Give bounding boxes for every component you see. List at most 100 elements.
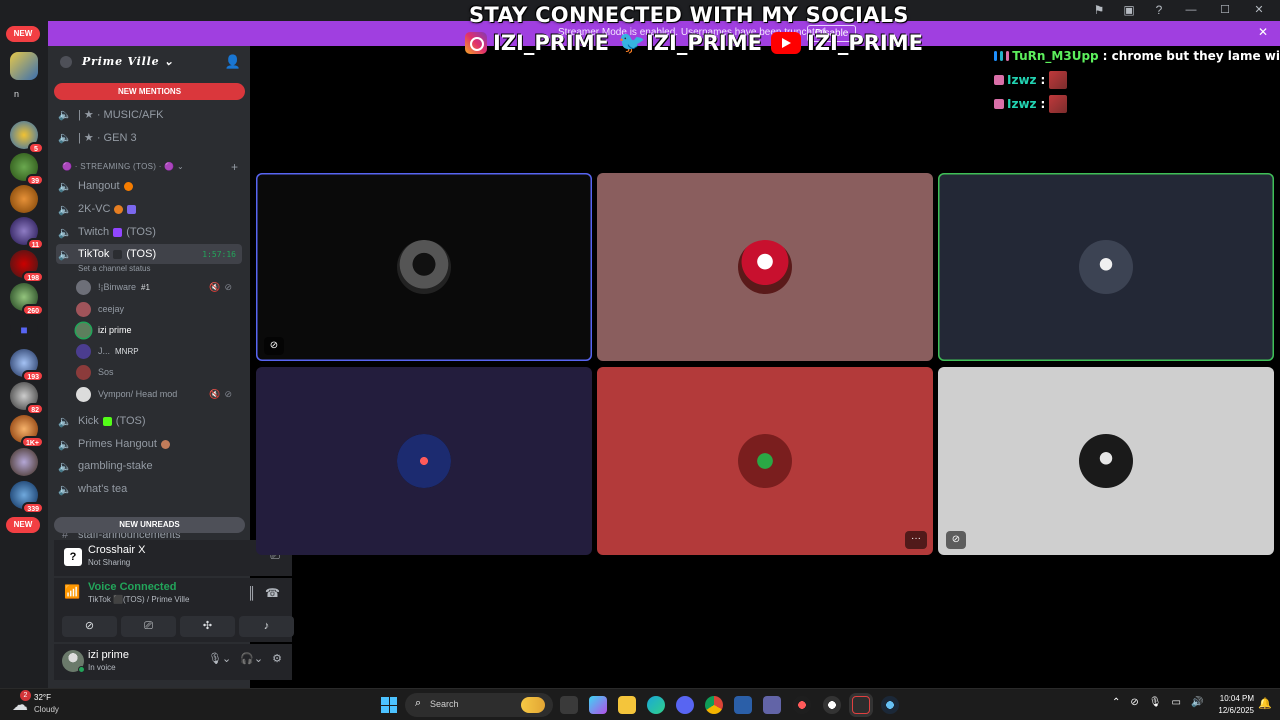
copilot-icon[interactable] [589, 696, 607, 714]
volume-icon[interactable]: 🔊 [1191, 697, 1203, 708]
video-tile[interactable] [597, 173, 933, 361]
signal-icon[interactable]: 📶 [64, 584, 80, 600]
close-window-icon[interactable]: ✕ [1248, 2, 1270, 18]
server-icon[interactable]: 1K+ [10, 415, 44, 448]
channel-primes-hangout[interactable]: 🔈 Primes Hangout [56, 433, 242, 455]
channel-sidebar: Prime Ville ⌄ 👤 NEW MENTIONS 🔈 | ★ · MUSI… [48, 46, 294, 688]
server-icon[interactable]: 260 [10, 283, 44, 316]
voice-user[interactable]: Sos [76, 362, 242, 382]
gear-icon[interactable]: ⚙ [272, 652, 282, 665]
category-streaming[interactable]: 🟣 · STREAMING (TOS) · 🟣 ⌄ [62, 162, 184, 171]
new-badge-bottom[interactable]: NEW [6, 517, 40, 533]
minimize-icon[interactable]: — [1180, 2, 1202, 18]
inbox-icon[interactable]: ▣ [1120, 2, 1138, 18]
speaker-icon: 🔈 [58, 438, 72, 451]
maximize-icon[interactable]: ☐ [1214, 2, 1236, 18]
new-badge-top[interactable]: NEW [6, 26, 40, 42]
windows-start-icon[interactable] [381, 697, 397, 713]
video-tile[interactable] [256, 367, 592, 555]
share-screen-button[interactable]: ⎚ [121, 616, 176, 637]
channel-tiktok[interactable]: 🔈 TikTok (TOS) 1:57:16 [56, 244, 242, 264]
channel-hangout[interactable]: 🔈 Hangout [56, 175, 242, 197]
discord-icon[interactable] [676, 696, 694, 714]
server-icon[interactable]: 198 [10, 250, 44, 283]
speaker-icon: 🔈 [58, 460, 72, 473]
server-icon[interactable]: 11 [10, 217, 44, 250]
channel-gambling-stake[interactable]: 🔈 gambling-stake [56, 455, 242, 477]
channel-kick[interactable]: 🔈 Kick (TOS) [56, 410, 242, 432]
channel-twitch[interactable]: 🔈 Twitch (TOS) [56, 221, 242, 243]
badge-icon [994, 51, 998, 61]
video-tile[interactable]: ··· [597, 367, 933, 555]
voice-user[interactable]: ceejay [76, 299, 242, 319]
temperature[interactable]: 32°F [34, 693, 51, 702]
close-icon[interactable]: ✕ [1258, 25, 1268, 39]
voice-user[interactable]: J... MNRP [76, 341, 242, 361]
store-icon[interactable] [734, 696, 752, 714]
display-icon[interactable]: ▭ [1171, 697, 1180, 708]
video-tile[interactable] [938, 173, 1274, 361]
task-view-icon[interactable] [560, 696, 578, 714]
chat-message: Izwz : [994, 68, 1280, 92]
search-bar[interactable]: ⌕ Search [405, 693, 553, 717]
clock[interactable]: 10:04 PM 12/6/2025 [1214, 693, 1254, 717]
video-tile[interactable]: ⊘ [938, 367, 1274, 555]
server-icon[interactable]: 5 [10, 121, 44, 154]
notification-bell-icon[interactable]: 🔔 [1258, 697, 1272, 710]
disconnect-icon[interactable]: ☎ [265, 586, 280, 600]
channel-status[interactable]: Set a channel status [78, 264, 151, 273]
server-icon[interactable]: 193 [10, 349, 44, 382]
file-explorer-icon[interactable] [618, 696, 636, 714]
voice-timer: 1:57:16 [202, 249, 236, 259]
channel-music-afk[interactable]: 🔈 | ★ · MUSIC/AFK [56, 103, 242, 125]
add-channel-icon[interactable]: + [231, 160, 238, 174]
server-icon[interactable] [10, 52, 38, 80]
activities-button[interactable]: ✣ [180, 616, 235, 637]
channel-whats-tea[interactable]: 🔈 what's tea [56, 478, 242, 500]
edge-icon[interactable] [647, 696, 665, 714]
channel-2k-vc[interactable]: 🔈 2K-VC [56, 198, 242, 220]
voice-user[interactable]: Vympon/ Head mod 🔇⊘ [76, 384, 242, 404]
app-icon[interactable] [823, 696, 841, 714]
new-unreads-pill[interactable]: NEW UNREADS [54, 517, 245, 533]
add-user-icon[interactable]: 👤 [225, 54, 241, 70]
soundboard-button[interactable]: ♪ [239, 616, 294, 637]
date: 12/6/2025 [1218, 706, 1254, 715]
username[interactable]: izi prime [88, 649, 129, 661]
crosshair-x-icon[interactable] [852, 696, 870, 714]
server-icon[interactable]: 82 [10, 382, 44, 415]
voice-user[interactable]: !¡Binware #1 🔇⊘ [76, 277, 242, 297]
stream-chat-overlay: TuRn_M3Upp : chrome but they lame wi Izw… [994, 44, 1280, 116]
socials-overlay: IZI_PRIME 🐦 IZI_PRIME IZI_PRIME [465, 31, 929, 55]
server-icon[interactable] [10, 448, 38, 476]
new-mentions-pill[interactable]: NEW MENTIONS [54, 83, 245, 100]
chevron-up-icon[interactable]: ⌃ [1112, 697, 1120, 708]
server-icon[interactable] [10, 185, 38, 213]
chrome-icon[interactable] [705, 696, 723, 714]
obs-icon[interactable] [793, 696, 811, 714]
folder-icon[interactable]: ■ [10, 316, 38, 344]
server-boost-icon [60, 56, 72, 68]
camera-off-button[interactable]: ⊘ [62, 616, 117, 637]
channel-gen-3[interactable]: 🔈 | ★ · GEN 3 [56, 126, 242, 148]
steam-icon[interactable] [881, 696, 899, 714]
voice-user[interactable]: izi prime [76, 320, 242, 340]
server-header[interactable]: Prime Ville ⌄ 👤 [48, 46, 250, 78]
network-off-icon[interactable]: ⊘ [1130, 697, 1138, 708]
video-tile[interactable]: ⊘ [256, 173, 592, 361]
server-icon[interactable]: 339 [10, 481, 44, 514]
flag-icon[interactable]: ⚑ [1090, 2, 1108, 18]
microphone-icon[interactable]: 🎙 [1149, 697, 1162, 708]
microphone-icon[interactable]: 🎙⌄ [208, 652, 231, 665]
teams-icon[interactable] [763, 696, 781, 714]
chevron-down-icon[interactable]: ⌄ [164, 55, 174, 68]
noise-suppression-icon[interactable]: ║ [247, 586, 256, 600]
server-icon[interactable]: 39 [10, 153, 44, 186]
headphones-icon[interactable]: 🎧⌄ [240, 652, 263, 665]
more-options-icon[interactable]: ··· [905, 531, 927, 549]
voice-channel-path[interactable]: TikTok ⬛(TOS) / Prime Ville [88, 595, 189, 604]
emote-image [1049, 95, 1068, 113]
help-icon[interactable]: ? [1150, 2, 1168, 18]
server-name[interactable]: Prime Ville [82, 55, 159, 68]
voice-connected-label[interactable]: Voice Connected [88, 581, 176, 593]
